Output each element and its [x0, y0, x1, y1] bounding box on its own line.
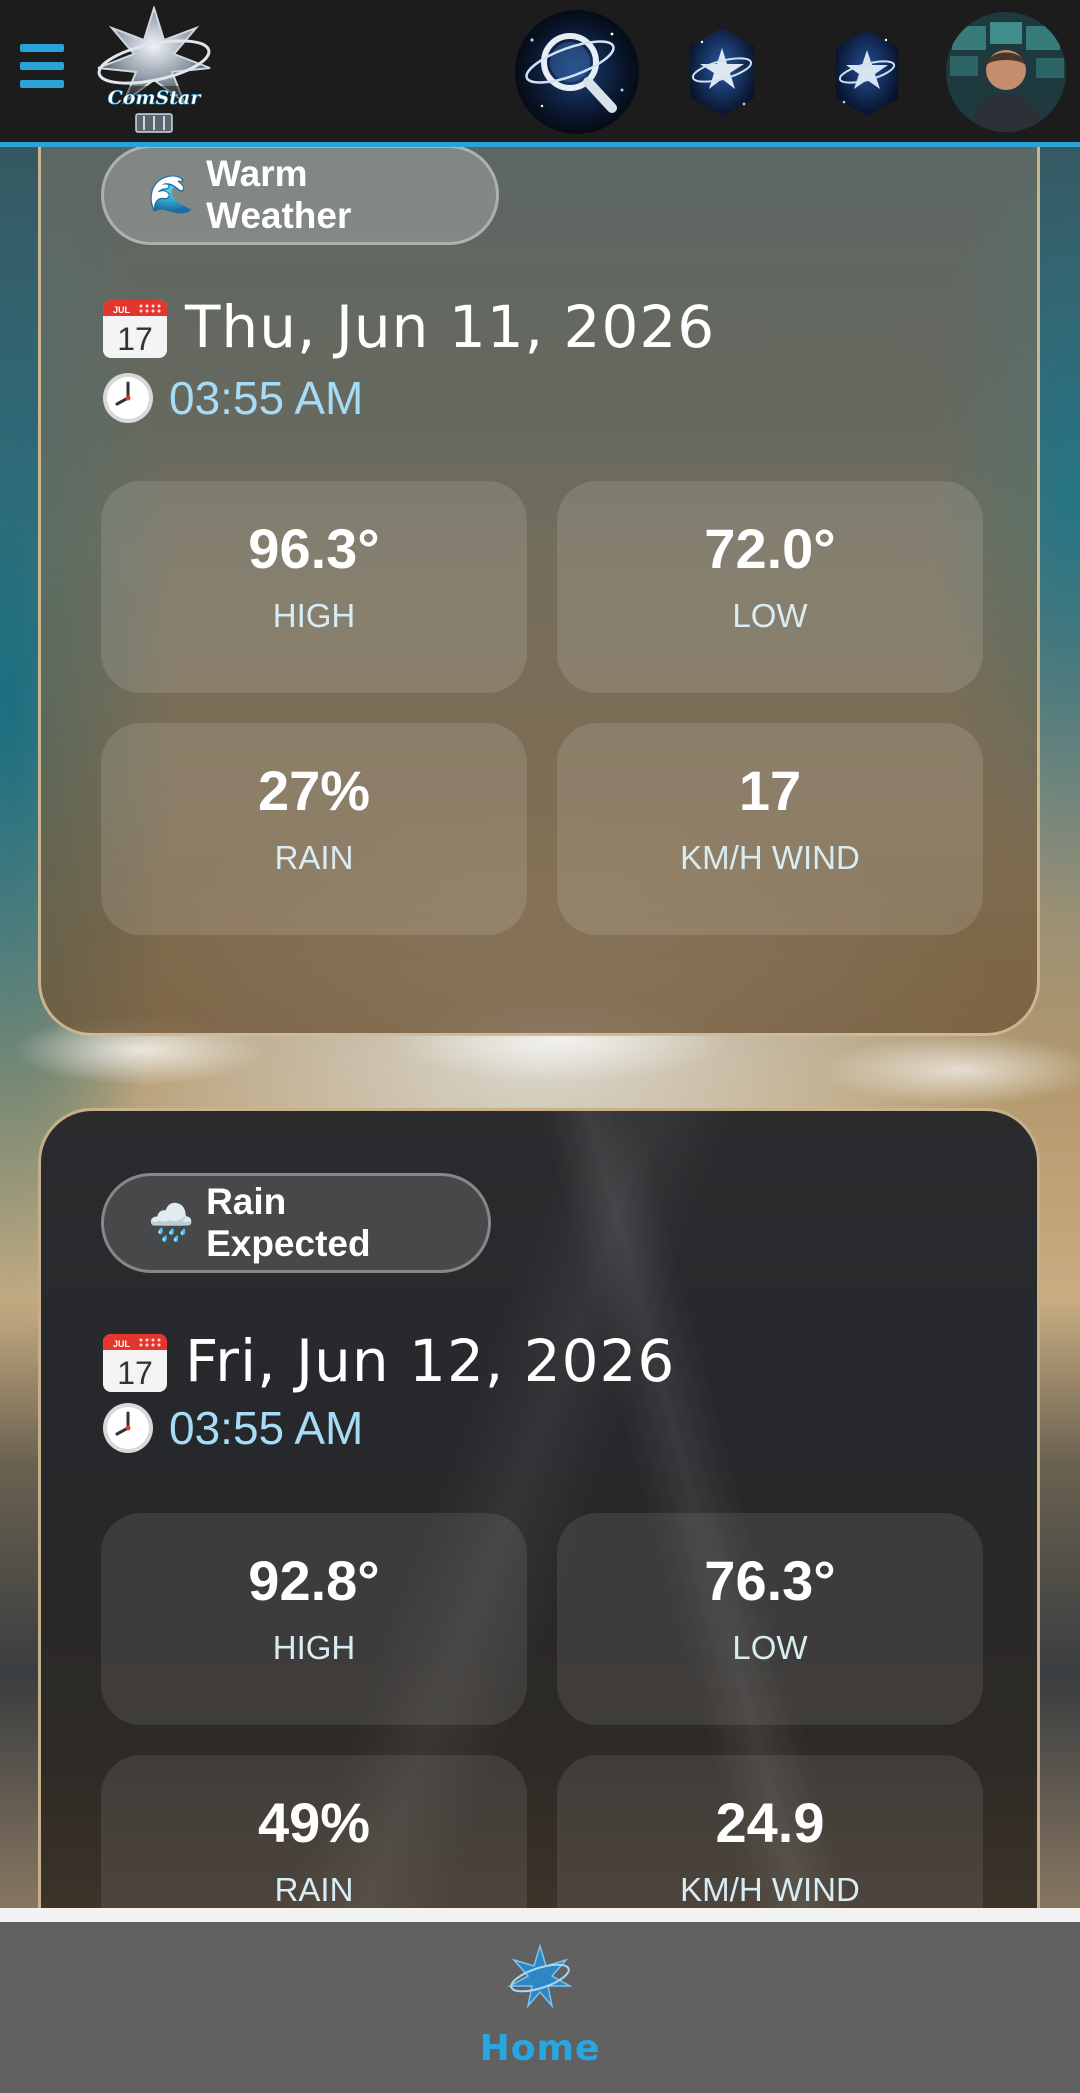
bottom-nav: Home [0, 1922, 1080, 2093]
logo-text: ComStar [108, 87, 203, 109]
wind-value: 17 [738, 759, 802, 822]
wind-tile: 17 KM/H WIND [557, 723, 983, 935]
calendar-day: 17 [117, 321, 153, 357]
forecast-date: Fri, Jun 12, 2026 [185, 1327, 676, 1395]
search-globe-icon[interactable] [512, 10, 642, 134]
condition-label: Rain Expected [206, 1181, 371, 1264]
home-button[interactable]: Home [470, 1942, 610, 2082]
low-temp-tile: 76.3° LOW [557, 1513, 983, 1725]
time-row: 03:55 AM [101, 371, 363, 425]
rain-value: 27% [257, 759, 371, 822]
low-temp-value: 72.0° [704, 517, 836, 580]
wind-label: KM/H WIND [680, 1871, 860, 1908]
condition-label: Warm Weather [206, 153, 352, 236]
comstar-emblem-icon[interactable] [680, 10, 764, 134]
condition-badge: 🌧️ Rain Expected [101, 1173, 491, 1273]
top-bar: ComStar [0, 0, 1080, 147]
comstar-emblem-icon [506, 1942, 574, 2010]
hamburger-menu-icon[interactable] [20, 44, 64, 96]
calendar-icon: JUL 17 [101, 1328, 169, 1394]
calendar-icon: JUL 17 [101, 294, 169, 360]
high-temp-value: 92.8° [248, 1549, 380, 1612]
rain-tile: 27% RAIN [101, 723, 527, 935]
wind-label: KM/H WIND [680, 839, 860, 876]
high-temp-label: HIGH [272, 597, 356, 634]
forecast-time: 03:55 AM [169, 372, 364, 424]
date-row: JUL 17 Fri, Jun 12, 2026 [101, 1327, 675, 1395]
calendar-month: JUL [113, 305, 131, 315]
forecast-time: 03:55 AM [169, 1402, 364, 1454]
bottom-divider [0, 1908, 1080, 1922]
high-temp-tile: 96.3° HIGH [101, 481, 527, 693]
low-temp-label: LOW [732, 1629, 808, 1666]
high-temp-label: HIGH [272, 1629, 356, 1666]
home-label: Home [479, 2028, 601, 2069]
comstar-logo[interactable]: ComStar [92, 4, 216, 136]
condition-badge: 🌊 Warm Weather [101, 145, 499, 245]
calendar-month: JUL [113, 1339, 131, 1349]
wind-value: 24.9 [715, 1791, 825, 1854]
rain-cloud-icon: 🌧️ [148, 1201, 195, 1243]
time-row: 03:55 AM [101, 1401, 363, 1455]
comstar-emblem-icon[interactable] [826, 10, 908, 134]
rain-label: RAIN [274, 839, 354, 876]
calendar-day: 17 [117, 1355, 153, 1391]
date-row: JUL 17 Thu, Jun 11, 2026 [101, 293, 715, 361]
rain-value: 49% [257, 1791, 371, 1854]
low-temp-label: LOW [732, 597, 808, 634]
low-temp-value: 76.3° [704, 1549, 836, 1612]
clock-icon [101, 371, 155, 425]
user-avatar[interactable] [946, 12, 1066, 132]
low-temp-tile: 72.0° LOW [557, 481, 983, 693]
wave-icon: 🌊 [148, 173, 195, 215]
clock-icon [101, 1401, 155, 1455]
rain-label: RAIN [274, 1871, 354, 1908]
high-temp-value: 96.3° [248, 517, 380, 580]
forecast-date: Thu, Jun 11, 2026 [185, 293, 716, 361]
forecast-card: 🌊 Warm Weather JUL 17 Thu, Jun 11, 2026 [38, 60, 1040, 1036]
forecast-card: 🌧️ Rain Expected JUL 17 Fri, Jun 12, 202… [38, 1108, 1040, 2048]
high-temp-tile: 92.8° HIGH [101, 1513, 527, 1725]
